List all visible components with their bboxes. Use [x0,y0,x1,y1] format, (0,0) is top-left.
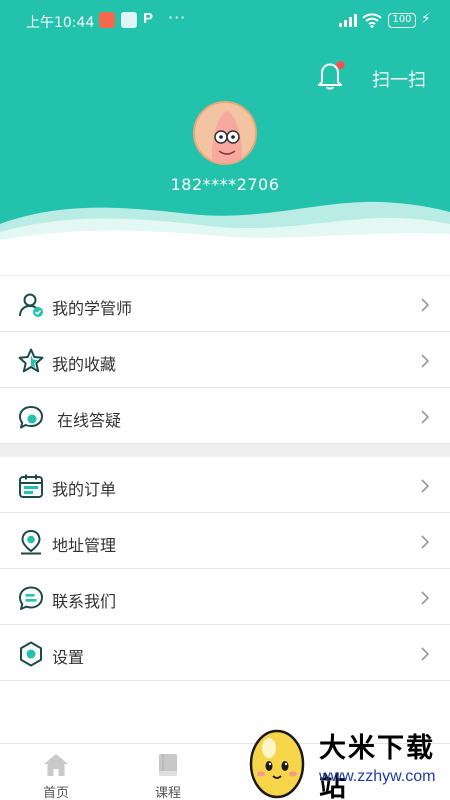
menu-group-secondary: 我的订单 地址管理 联系我们 设置 [0,457,450,681]
menu-item-online-qa[interactable]: 在线答疑 [0,388,450,444]
chevron-right-icon [421,354,430,368]
tab-home[interactable]: 首页 [21,744,91,800]
menu-label-settings: 设置 [52,648,85,667]
menu-label-contact: 联系我们 [52,592,117,611]
avatar[interactable] [193,101,257,165]
watermark-url: www.zzhyw.com [319,768,436,785]
watermark-title: 大米下载站 [319,733,435,800]
profile-header: 上午10:44 P ··· 100 ⚡ 扫一扫 182****2706 [0,0,450,262]
menu-label-orders: 我的订单 [52,480,117,499]
menu-label-online-qa: 在线答疑 [57,411,122,430]
signal-icon [339,14,357,27]
avatar-image [195,103,255,163]
wifi-icon [362,13,382,28]
android-icon [121,12,137,28]
book-icon [159,754,177,776]
more-notifications-icon: ··· [168,8,187,27]
order-calendar-icon [19,474,43,498]
tab-label-course: 课程 [154,786,181,800]
chevron-right-icon [421,647,430,661]
chevron-right-icon [421,298,430,312]
menu-label-favorites: 我的收藏 [52,355,117,374]
menu-item-orders[interactable]: 我的订单 [0,457,450,513]
star-icon [18,348,44,373]
header-wave-decoration [0,201,450,262]
chevron-right-icon [421,535,430,549]
menu-label-address: 地址管理 [52,536,117,555]
p-app-icon: P [143,10,154,27]
scan-button[interactable]: 扫一扫 [372,66,426,92]
battery-indicator: 100 [388,13,416,28]
menu-item-settings[interactable]: 设置 [0,625,450,681]
status-bar: 上午10:44 P ··· 100 ⚡ [0,0,450,42]
contact-chat-icon [19,586,43,610]
user-phone: 182****2706 [170,175,280,194]
location-icon [21,529,41,555]
settings-hexagon-icon [20,641,42,667]
tab-course[interactable]: 课程 [133,744,203,800]
watermark: 大米下载站 www.zzhyw.com [243,714,450,800]
charging-icon: ⚡ [421,11,431,27]
egg-mascot-logo [249,729,305,799]
tab-label-home: 首页 [42,786,69,800]
section-divider [0,444,450,457]
bell-icon[interactable] [313,58,347,92]
menu-label-tutor: 我的学管师 [52,299,133,318]
chat-question-icon [19,406,43,429]
menu-item-address[interactable]: 地址管理 [0,513,450,569]
notification-app-icon [99,12,115,28]
home-icon [44,754,68,776]
chevron-right-icon [421,479,430,493]
menu-item-favorites[interactable]: 我的收藏 [0,332,450,388]
menu-item-tutor[interactable]: 我的学管师 [0,276,450,332]
menu-item-contact[interactable]: 联系我们 [0,569,450,625]
status-time: 上午10:44 [26,15,95,31]
chevron-right-icon [421,591,430,605]
tutor-user-icon [19,293,43,317]
menu-group-primary: 我的学管师 我的收藏 在线答疑 [0,275,450,444]
chevron-right-icon [421,410,430,424]
